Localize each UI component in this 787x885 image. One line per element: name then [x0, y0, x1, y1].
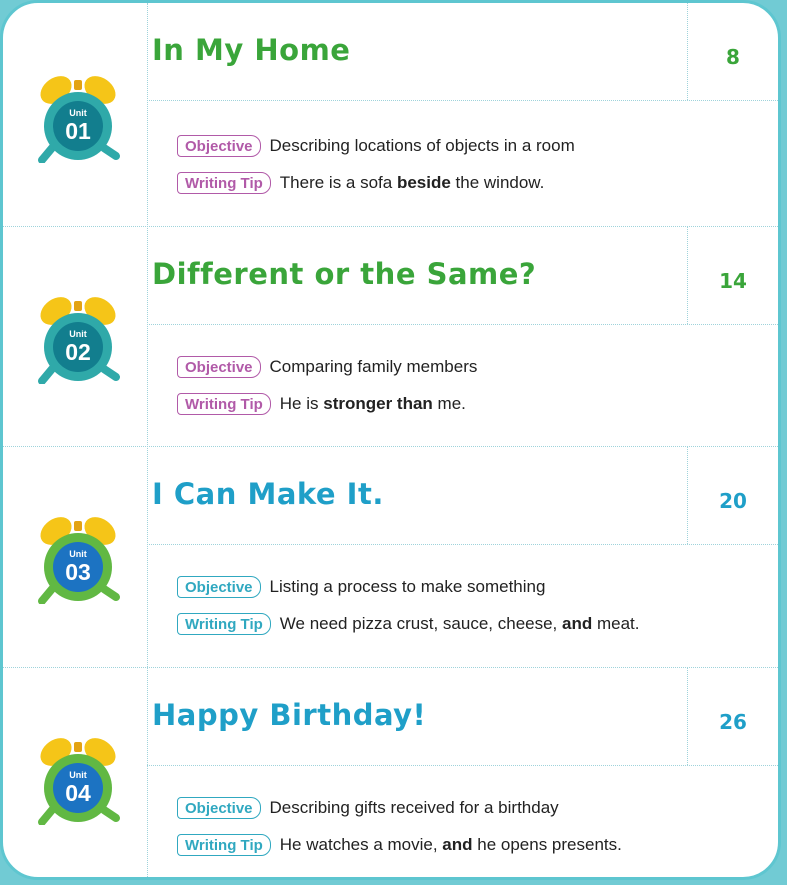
alarm-clock-icon: Unit 01 [38, 76, 120, 163]
objective-line: Objective Comparing family members [177, 354, 477, 380]
unit-row-04: Happy Birthday! 26 Unit 04 Objective Des… [3, 668, 778, 877]
unit-title-row: Happy Birthday! 26 [147, 668, 778, 766]
writing-tip-line: Writing Tip There is a sofa beside the w… [177, 170, 544, 196]
objective-badge: Objective [177, 797, 261, 819]
objective-text: Comparing family members [269, 357, 478, 376]
objective-badge: Objective [177, 356, 261, 378]
contents-panel: In My Home 8 Unit 01 Objective Describin… [0, 0, 781, 880]
unit-word: Unit [69, 329, 87, 339]
unit-word: Unit [69, 108, 87, 118]
writing-tip-text: He is stronger than me. [279, 394, 466, 413]
writing-tip-text: We need pizza crust, sauce, cheese, and … [279, 614, 640, 633]
objective-badge: Objective [177, 135, 261, 157]
page-number[interactable]: 20 [687, 447, 778, 544]
unit-title-row: I Can Make It. 20 [147, 447, 778, 545]
alarm-clock-icon: Unit 03 [38, 517, 120, 604]
writing-tip-text: There is a sofa beside the window. [279, 173, 545, 192]
unit-number: 04 [65, 780, 91, 806]
objective-line: Objective Describing locations of object… [177, 133, 575, 159]
objective-text: Describing gifts received for a birthday [269, 798, 559, 817]
alarm-clock-icon: Unit 02 [38, 297, 120, 384]
writing-tip-line: Writing Tip He watches a movie, and he o… [177, 832, 622, 858]
alarm-clock-icon: Unit 04 [38, 738, 120, 825]
unit-title-row: In My Home 8 [147, 3, 778, 101]
objective-badge: Objective [177, 576, 261, 598]
writing-tip-line: Writing Tip He is stronger than me. [177, 391, 466, 417]
unit-number: 02 [65, 339, 91, 365]
unit-title-row: Different or the Same? 14 [147, 227, 778, 325]
unit-row-03: I Can Make It. 20 Unit 03 Objective List… [3, 447, 778, 668]
unit-title[interactable]: Different or the Same? [152, 257, 536, 291]
unit-title[interactable]: In My Home [152, 33, 350, 67]
writing-tip-line: Writing Tip We need pizza crust, sauce, … [177, 611, 640, 637]
writing-tip-badge: Writing Tip [177, 613, 271, 635]
unit-word: Unit [69, 770, 87, 780]
page-number[interactable]: 14 [687, 227, 778, 324]
objective-line: Objective Describing gifts received for … [177, 795, 559, 821]
unit-number: 03 [65, 559, 91, 585]
writing-tip-text: He watches a movie, and he opens present… [279, 835, 622, 854]
writing-tip-badge: Writing Tip [177, 393, 271, 415]
page-number[interactable]: 8 [687, 3, 778, 100]
objective-text: Listing a process to make something [269, 577, 546, 596]
objective-line: Objective Listing a process to make some… [177, 574, 545, 600]
unit-title[interactable]: Happy Birthday! [152, 698, 426, 732]
unit-number: 01 [65, 118, 91, 144]
unit-word: Unit [69, 549, 87, 559]
writing-tip-badge: Writing Tip [177, 172, 271, 194]
page-number[interactable]: 26 [687, 668, 778, 765]
objective-text: Describing locations of objects in a roo… [269, 136, 575, 155]
unit-title[interactable]: I Can Make It. [152, 477, 384, 511]
writing-tip-badge: Writing Tip [177, 834, 271, 856]
unit-row-02: Different or the Same? 14 Unit 02 Object… [3, 227, 778, 447]
unit-row-01: In My Home 8 Unit 01 Objective Describin… [3, 3, 778, 227]
